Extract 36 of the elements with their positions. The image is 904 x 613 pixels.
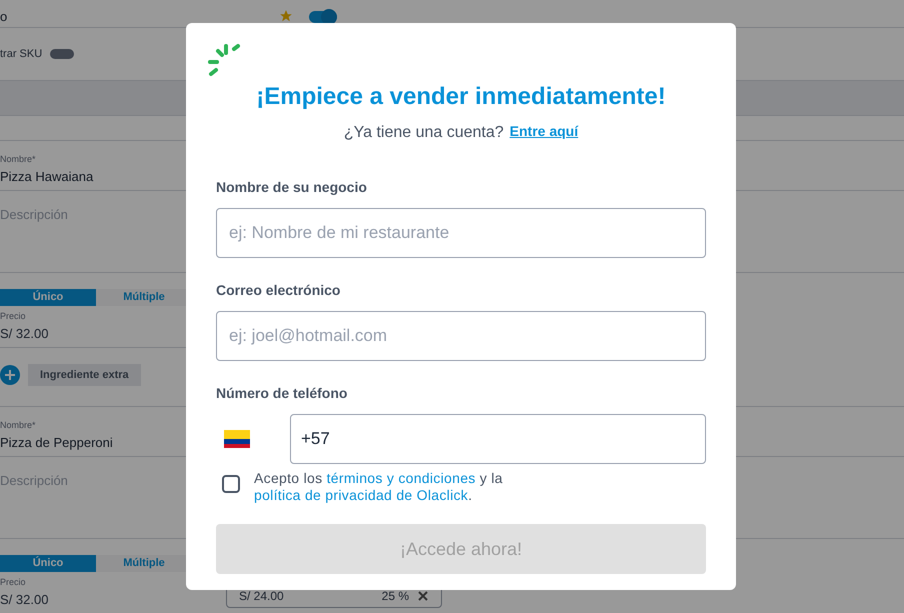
discount-percent: 25 % [382,588,409,605]
description-field[interactable]: Descripción [0,207,68,222]
terms-text: Acepto los términos y condiciones y la política de privacidad de Olaclick. [254,470,504,504]
tab[interactable]: Único [0,555,96,572]
field-value: o [0,10,8,23]
product-name: Pizza Hawaiana [0,168,94,186]
field-label: Precio [0,310,27,323]
toggle-switch[interactable] [309,11,338,23]
star-icon [279,9,294,23]
field-label: Nombre de su negocio [216,178,368,197]
text-field[interactable]: ej: joel@hotmail.com [216,311,706,361]
field-label: Precio [0,576,27,589]
price-value: S/ 32.00 [0,590,50,608]
text-field[interactable]: ej: Nombre de mi restaurante [216,208,706,258]
login-link[interactable]: Entre aquí [510,121,578,145]
field-label: Número de teléfono [216,384,348,403]
description-field[interactable]: Descripción [0,473,68,488]
product-name: Pizza de Pepperoni [0,434,113,452]
extra-button[interactable]: Ingrediente extra [28,364,141,386]
price-value: S/ 32.00 [0,324,50,342]
field-label: Correo electrónico [216,281,342,300]
close-icon[interactable] [417,590,429,602]
add-icon[interactable] [0,365,20,385]
flag-icon[interactable] [224,430,250,448]
dialog-subtitle: ¿Ya tiene una cuenta? [344,123,504,143]
sku-toggle[interactable] [50,49,74,59]
tab[interactable]: Único [0,289,96,306]
field-label: Nombre* [0,419,36,432]
discount-price: S/ 24.00 [239,588,284,605]
privacy-link[interactable]: política de privacidad de Olaclick [254,487,468,503]
terms-checkbox[interactable] [222,475,240,493]
sku-label: trar SKU [0,46,42,62]
dialog-title: ¡Empiece a vender inmediatamente! [255,82,667,112]
field-label: Nombre* [0,153,36,166]
terms-link[interactable]: términos y condiciones [326,470,476,486]
phone-field[interactable]: +57 [290,414,706,464]
